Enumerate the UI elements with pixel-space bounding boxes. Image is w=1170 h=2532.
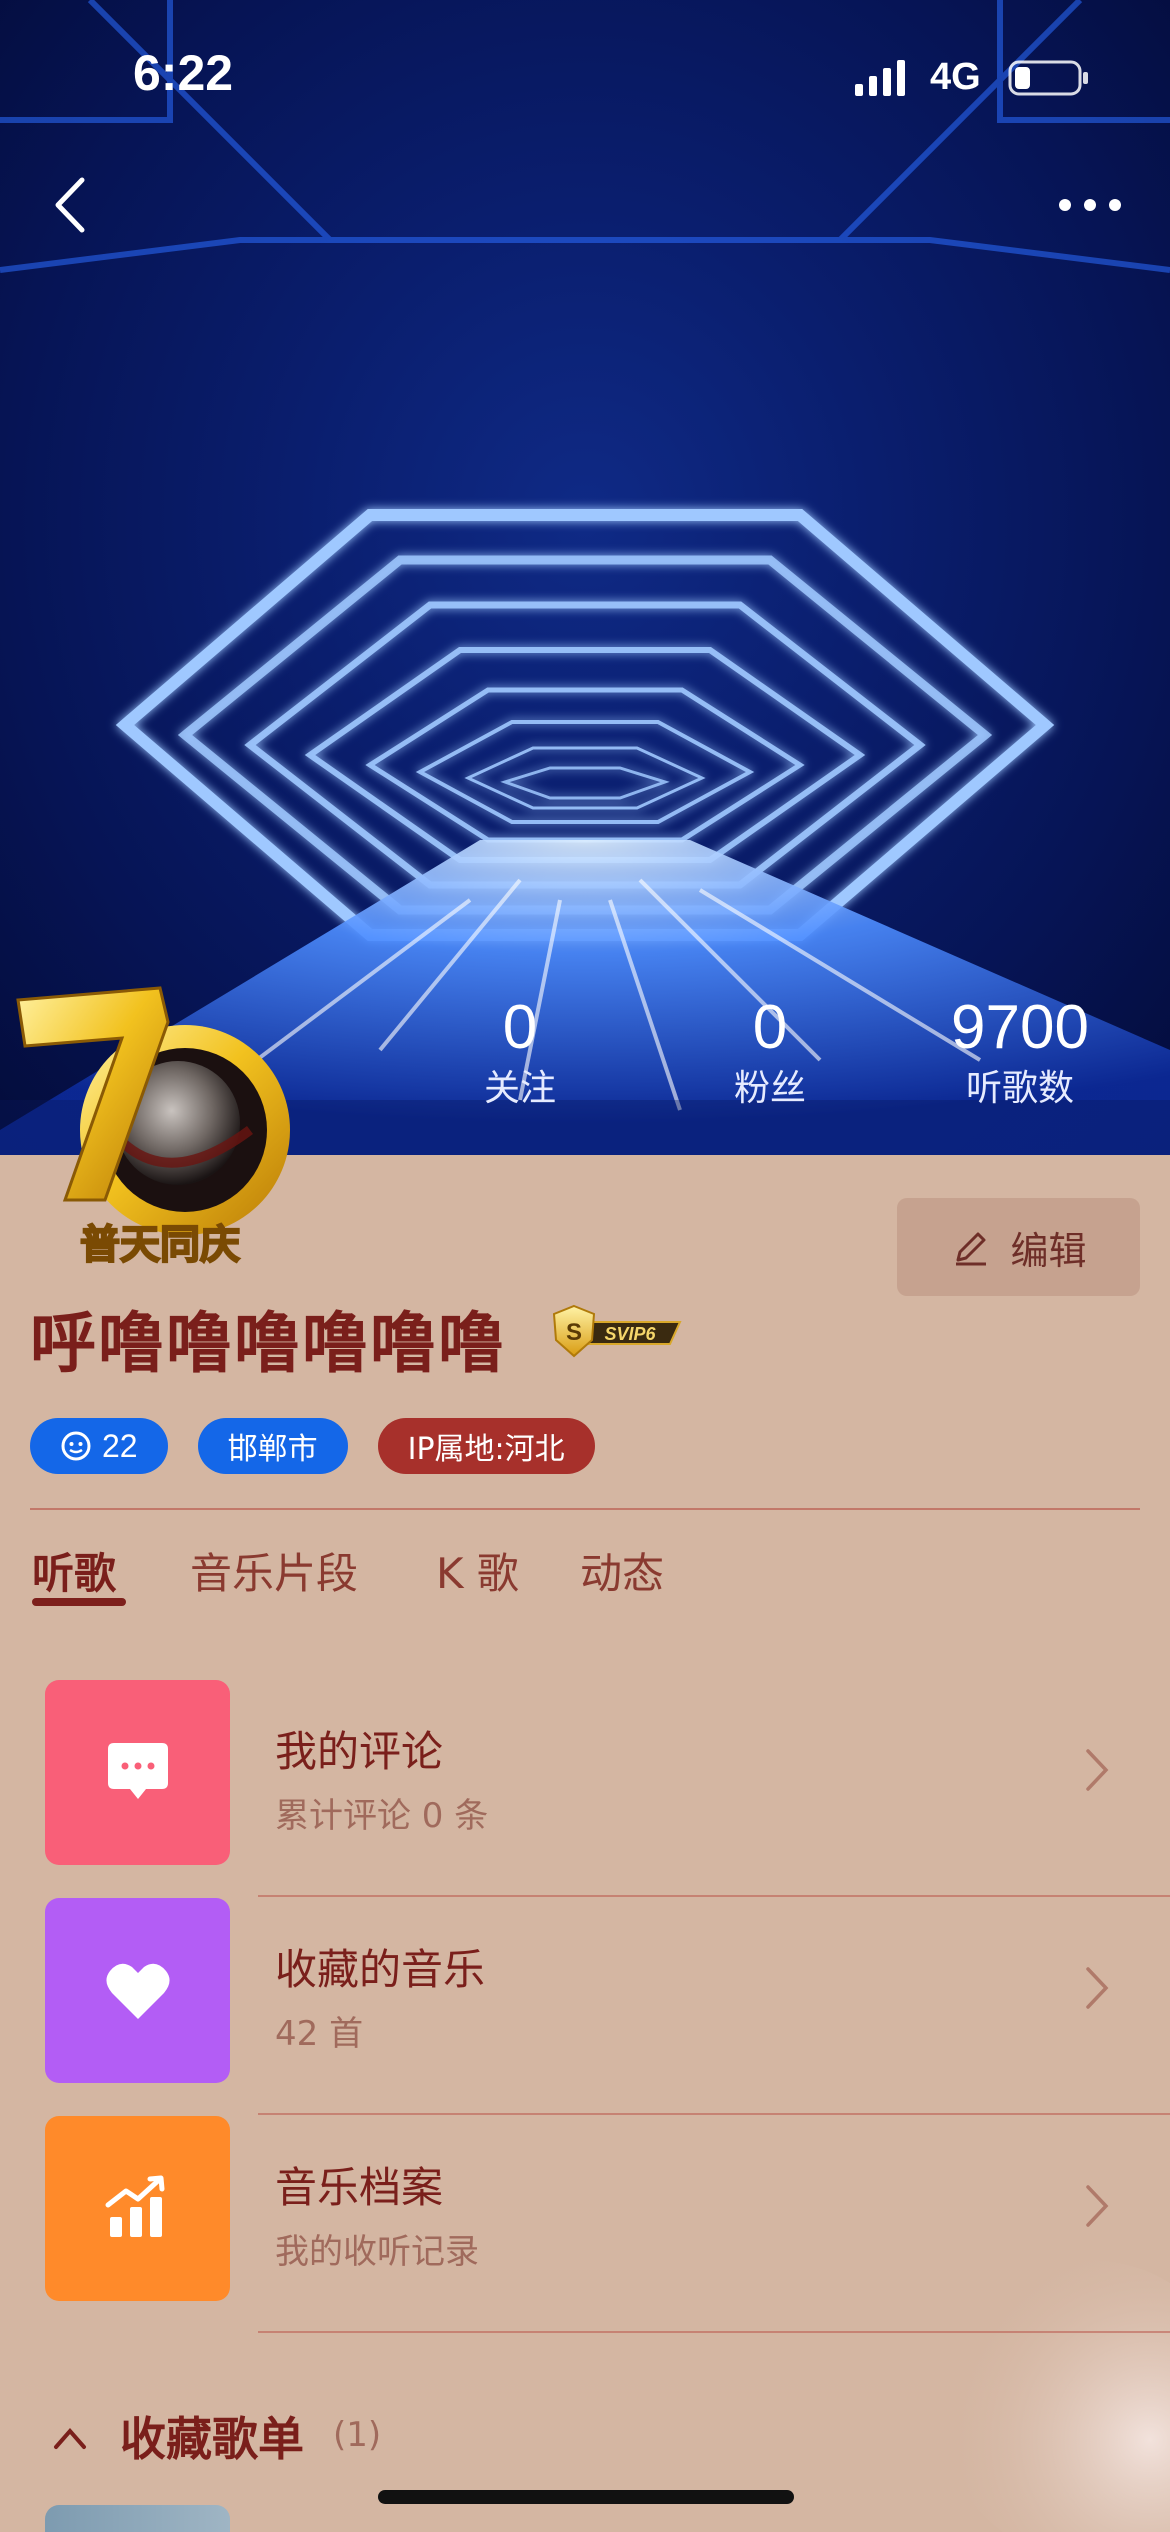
playlist-thumbnail[interactable] — [45, 2505, 230, 2532]
comment-tile — [45, 1680, 230, 1865]
status-bar: 6:22 4G — [0, 0, 1170, 150]
svip-label: SVIP6 — [604, 1324, 656, 1344]
list-item-favorite-music[interactable]: 收藏的音乐 42 首 — [0, 1898, 1170, 2116]
city-tag: 邯郸市 — [197, 1418, 348, 1474]
edit-profile-button[interactable]: 编辑 — [897, 1198, 1140, 1296]
chevron-up-icon — [54, 2427, 86, 2449]
profile-tags: 22 邯郸市 IP属地:河北 — [30, 1418, 595, 1474]
smiley-icon — [61, 1431, 91, 1461]
stat-listen-count-value: 9700 — [951, 993, 1089, 1062]
list-item-title: 音乐档案 — [275, 2163, 444, 2212]
chart-tile — [45, 2116, 230, 2301]
chevron-right-icon — [1086, 1749, 1109, 1791]
tab-listen[interactable]: 听歌 — [32, 1540, 116, 1601]
tab-karaoke[interactable]: K 歌 — [436, 1540, 519, 1601]
heart-icon — [105, 1963, 170, 2019]
tab-moments[interactable]: 动态 — [580, 1540, 664, 1601]
stat-following-count: 0 — [502, 993, 538, 1062]
row-divider — [258, 2331, 1170, 2333]
collected-playlists-title: 收藏歌单 — [120, 2412, 304, 2466]
row-divider — [258, 1895, 1170, 1897]
list-item-music-profile[interactable]: 音乐档案 我的收听记录 — [0, 2116, 1170, 2334]
collected-playlists-count: (1) — [333, 2415, 382, 2455]
age-value: 22 — [102, 1427, 138, 1464]
signal-icon — [855, 60, 905, 96]
network-type: 4G — [930, 56, 981, 98]
back-icon[interactable] — [44, 170, 104, 240]
pencil-icon — [956, 1232, 987, 1266]
stat-listen-count-label: 听歌数 — [965, 1068, 1074, 1109]
list-item-subtitle: 我的收听记录 — [275, 2232, 479, 2272]
chart-up-icon — [105, 2175, 164, 2237]
stat-fans-count: 0 — [752, 993, 788, 1062]
ip-location-tag: IP属地:河北 — [377, 1418, 595, 1474]
badge-caption: 普天同庆 — [80, 1222, 240, 1268]
section-divider — [30, 1508, 1140, 1510]
chevron-right-icon — [1086, 2185, 1109, 2227]
nickname: 呼噜噜噜噜噜噜 — [30, 1305, 506, 1382]
more-dots-icon[interactable] — [1050, 185, 1130, 225]
home-indicator[interactable] — [378, 2490, 794, 2504]
stat-following-label: 关注 — [483, 1068, 556, 1109]
chevron-right-icon — [1086, 1967, 1109, 2009]
stat-fans-label: 粉丝 — [733, 1068, 806, 1109]
edit-profile-label: 编辑 — [1010, 1228, 1087, 1273]
avatar-anniversary-badge[interactable]: 普天同庆 — [10, 960, 310, 1280]
stat-following[interactable]: 0 关注 — [440, 995, 600, 1113]
svip-letter: S — [566, 1319, 582, 1346]
age-tag: 22 — [30, 1418, 168, 1474]
battery-icon — [1008, 60, 1088, 96]
active-tab-indicator — [32, 1598, 126, 1606]
list-item-subtitle: 累计评论 0 条 — [275, 1796, 489, 1836]
heart-tile — [45, 1898, 230, 2083]
comment-icon — [107, 1742, 168, 1799]
stat-listen-count[interactable]: 9700 听歌数 — [930, 995, 1110, 1113]
collected-playlists-header[interactable]: 收藏歌单 (1) — [0, 2395, 1170, 2475]
status-time: 6:22 — [133, 45, 234, 101]
list-item-my-comments[interactable]: 我的评论 累计评论 0 条 — [0, 1680, 1170, 1898]
svip-badge[interactable]: SVIP6 S — [550, 1300, 690, 1364]
row-divider — [258, 2113, 1170, 2115]
stat-fans[interactable]: 0 粉丝 — [690, 995, 850, 1113]
list-item-title: 我的评论 — [275, 1727, 444, 1776]
tab-music-clips[interactable]: 音乐片段 — [190, 1540, 358, 1601]
list-item-subtitle: 42 首 — [275, 2014, 364, 2054]
list-item-title: 收藏的音乐 — [275, 1945, 486, 1994]
